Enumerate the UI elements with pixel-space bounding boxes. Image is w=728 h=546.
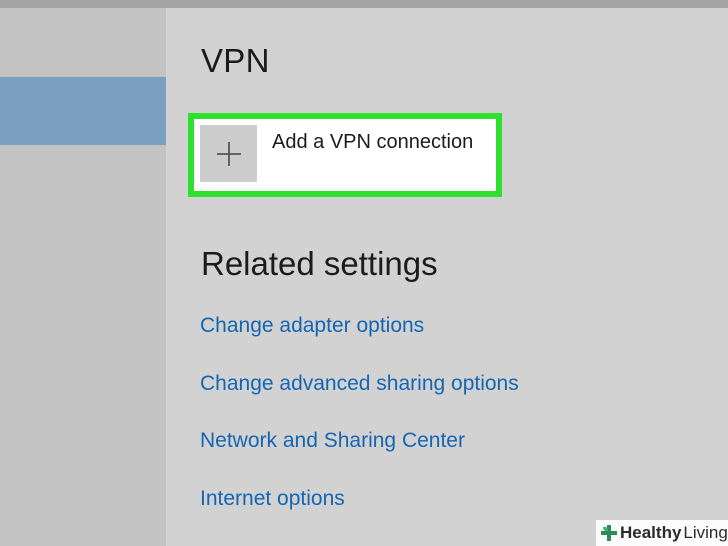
watermark-brand-light: Living (683, 523, 728, 542)
sidebar-item-selected[interactable] (0, 77, 166, 145)
add-vpn-connection-label: Add a VPN connection (272, 131, 474, 153)
change-advanced-sharing-options-link[interactable]: Change advanced sharing options (200, 372, 519, 396)
leaf-cross-icon (600, 524, 618, 542)
add-vpn-connection-button[interactable]: Add a VPN connection (188, 113, 502, 197)
related-settings-heading: Related settings (201, 245, 438, 282)
change-adapter-options-link[interactable]: Change adapter options (200, 314, 424, 338)
watermark-logo: Healthy Living (596, 520, 728, 546)
window-top-bar (0, 0, 728, 8)
internet-options-link[interactable]: Internet options (200, 487, 345, 511)
network-and-sharing-center-link[interactable]: Network and Sharing Center (200, 429, 465, 453)
watermark-brand-bold: Healthy (620, 523, 682, 542)
plus-icon (200, 125, 257, 182)
page-title: VPN (201, 42, 270, 79)
